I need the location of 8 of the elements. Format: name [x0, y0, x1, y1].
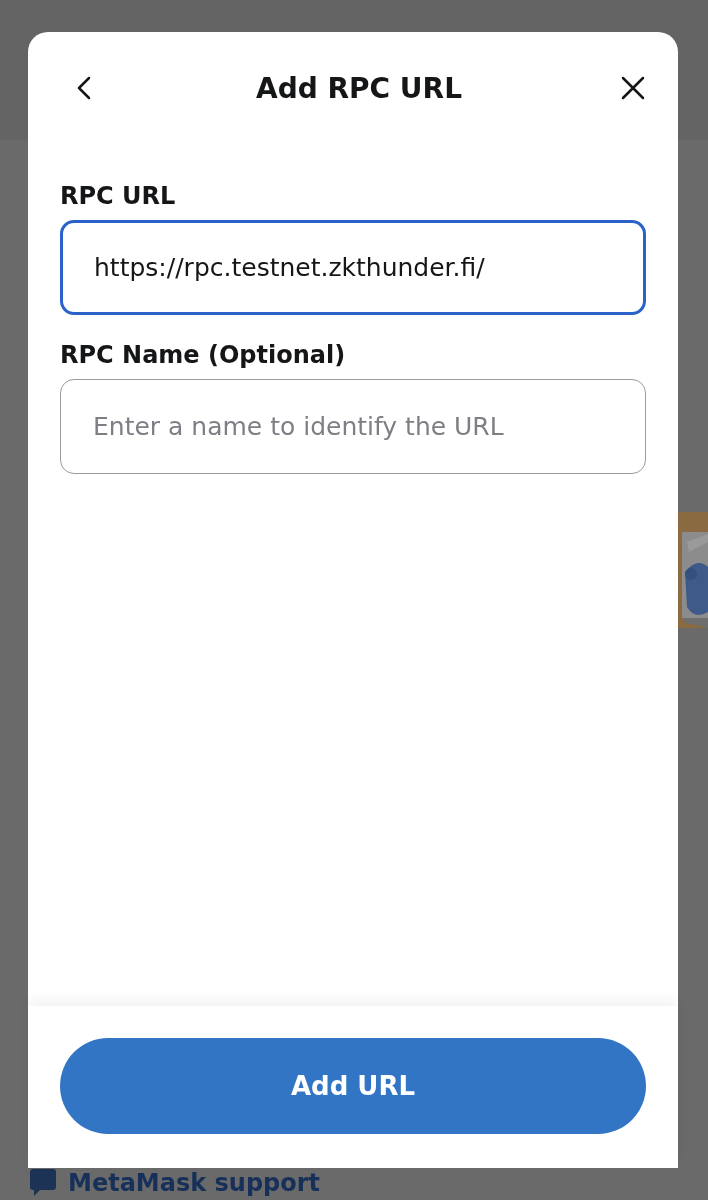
- field-label: RPC Name (Optional): [60, 341, 347, 369]
- field-label: RPC URL: [60, 182, 177, 210]
- url-input[interactable]: https://rpc.testnet.zkthunder.fi/: [60, 220, 646, 315]
- add-url-button[interactable]: Add URL: [60, 1038, 646, 1134]
- dialog-title: Add RPC URL: [256, 71, 462, 105]
- name-input[interactable]: Enter a name to identify the URL: [60, 379, 646, 474]
- support-link[interactable]: MetaMask support: [68, 1169, 321, 1197]
- close-icon[interactable]: [620, 75, 646, 101]
